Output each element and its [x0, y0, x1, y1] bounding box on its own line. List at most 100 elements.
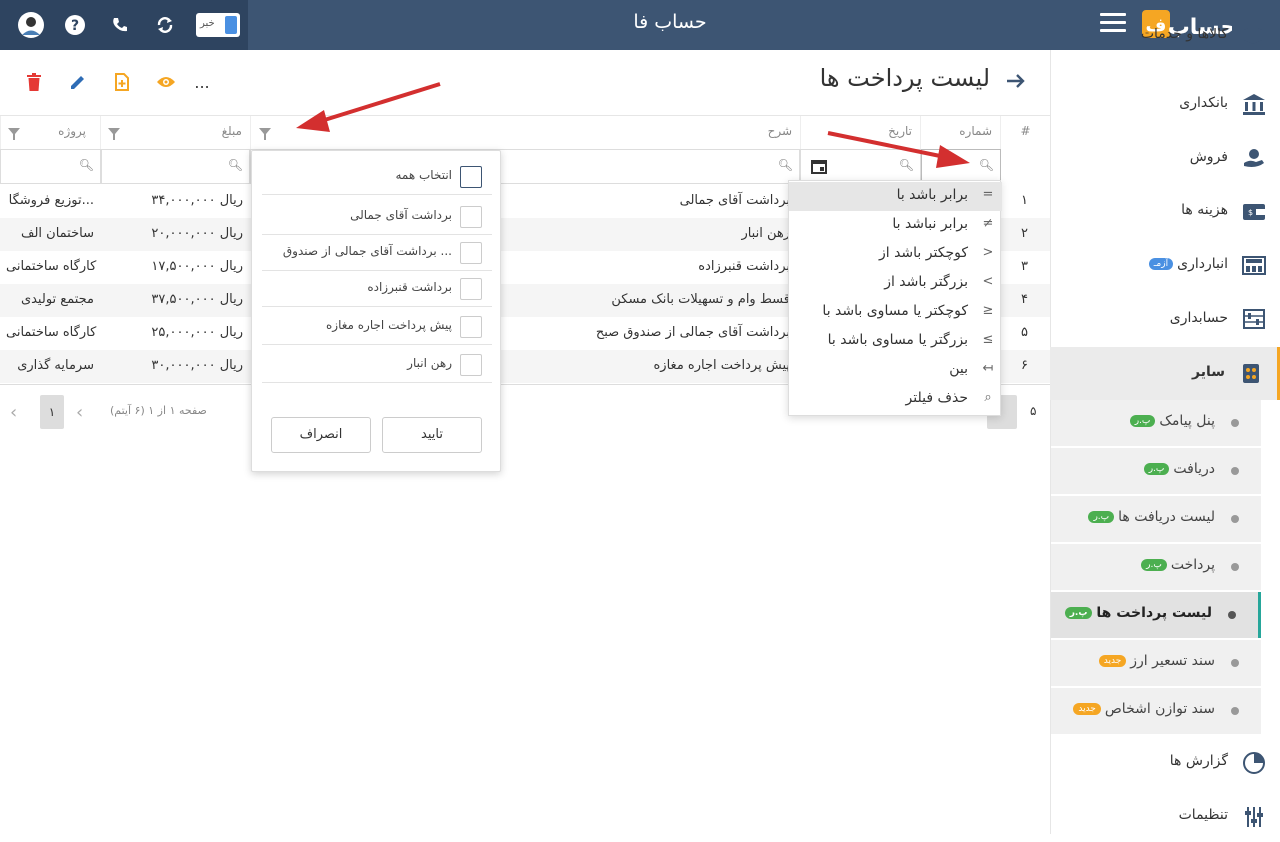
operator-equals[interactable]: برابر باشد با =	[789, 182, 1002, 211]
header-number[interactable]: شماره	[920, 116, 1000, 149]
operator-less-than[interactable]: کوچکتر باشد از >	[789, 240, 1002, 269]
header-amount[interactable]: مبلغ	[100, 116, 250, 149]
sidebar-item-label: آزمـ انبارداری	[1148, 256, 1228, 272]
edit-icon[interactable]	[66, 70, 90, 94]
sidebar-item-label: سایر	[1192, 364, 1225, 380]
header-date[interactable]: تاریخ	[800, 116, 920, 149]
page-size-value[interactable]: ۵	[1030, 404, 1036, 418]
confirm-button[interactable]: تایید	[382, 417, 482, 453]
user-avatar[interactable]	[17, 11, 45, 39]
operator-label: کوچکتر باشد از	[878, 245, 968, 261]
abacus-icon	[1242, 308, 1266, 330]
sidebar-item-label: کالاها و خدمات	[1140, 28, 1228, 42]
operator-label: بزرگتر باشد از	[884, 274, 968, 290]
number-filter-input[interactable]: 🔍︎	[921, 149, 1001, 184]
row-description: قسط وام و تسهیلات بانک مسکن	[611, 292, 790, 307]
sidebar-item-reports[interactable]: گزارش ها	[1050, 738, 1280, 788]
sidebar-item-sales[interactable]: فروش	[1050, 134, 1280, 184]
filter-option[interactable]: برداشت قنبرزاده	[262, 271, 492, 307]
bullet-icon	[1231, 659, 1239, 667]
option-checkbox[interactable]	[460, 354, 482, 376]
operator-label: حذف فیلتر	[905, 390, 968, 406]
sidebar-subitem-fx-voucher[interactable]: جدید سند تسعیر ارز	[1051, 640, 1261, 686]
delete-icon[interactable]	[22, 70, 46, 94]
filter-option[interactable]: پیش پرداخت اجاره مغازه	[262, 309, 492, 345]
phone-icon[interactable]	[106, 11, 134, 39]
sidebar-subitem-receipts-list[interactable]: پ.ر لیست دریافت ها	[1051, 496, 1261, 542]
sidebar-item-label: تنظیمات	[1178, 807, 1228, 823]
operator-label: بین	[949, 361, 968, 377]
operator-between[interactable]: بین ↤	[789, 356, 1002, 385]
option-checkbox[interactable]	[460, 278, 482, 300]
less-or-equal-icon: ≥	[982, 303, 994, 318]
option-label: پیش پرداخت اجاره مغازه	[326, 318, 452, 332]
option-checkbox[interactable]	[460, 242, 482, 264]
subitem-label: پرداخت	[1170, 557, 1215, 573]
select-all-checkbox[interactable]	[460, 166, 482, 188]
row-project: ساختمان الف	[21, 226, 94, 241]
help-icon[interactable]: ?	[61, 11, 89, 39]
operator-label: کوچکتر یا مساوی باشد با	[822, 303, 968, 319]
sidebar-subitem-payment[interactable]: پ.ر پرداخت	[1051, 544, 1261, 590]
date-filter-input[interactable]: 🔍︎	[800, 149, 921, 184]
news-button[interactable]: خبر	[196, 13, 240, 37]
sidebar-item-settings[interactable]: تنظیمات	[1050, 792, 1280, 842]
sidebar-subitem-receipt[interactable]: پ.ر دریافت	[1051, 448, 1261, 494]
sidebar-item-expenses[interactable]: هزینه ها $	[1050, 187, 1280, 237]
sidebar-subitem-payments-list[interactable]: پ.ر لیست پرداخت ها	[1051, 592, 1261, 638]
sidebar-item-accounting[interactable]: حسابداری	[1050, 295, 1280, 345]
next-page-chevron-icon[interactable]: ‹	[76, 402, 83, 423]
sidebar-item-inventory[interactable]: آزمـ انبارداری	[1050, 241, 1280, 291]
view-icon[interactable]	[154, 70, 178, 94]
column-filter-popup: انتخاب همه برداشت آقای جمالی برداشت آقای…	[251, 150, 501, 472]
first-page-chevron-icon[interactable]: ‹	[10, 402, 17, 423]
filter-option[interactable]: برداشت آقای جمالی	[262, 199, 492, 235]
filter-icon[interactable]	[108, 125, 120, 144]
operator-less-or-equal[interactable]: کوچکتر یا مساوی باشد با ≥	[789, 298, 1002, 327]
row-amount: ۲۰,۰۰۰,۰۰۰ ریال	[151, 226, 243, 241]
back-arrow-icon[interactable]	[1004, 70, 1026, 98]
row-amount: ۳۷,۵۰۰,۰۰۰ ریال	[151, 292, 243, 307]
new-document-icon[interactable]	[110, 70, 134, 94]
not-equals-icon: ≠	[982, 216, 994, 231]
cancel-button[interactable]: انصراف	[271, 417, 371, 453]
sidebar-subitem-sms-panel[interactable]: پ.ر پنل پیامک	[1051, 400, 1261, 446]
equals-icon: =	[982, 187, 994, 202]
row-amount: ۱۷,۵۰۰,۰۰۰ ریال	[151, 259, 243, 274]
sidebar-item-label: حسابداری	[1169, 310, 1228, 326]
sidebar-item-products[interactable]: کالاها و خدمات	[1050, 28, 1280, 62]
clear-filter-search-icon: ⌕	[984, 390, 992, 405]
amount-filter-input[interactable]: 🔍︎	[101, 149, 250, 184]
operator-greater-than[interactable]: بزرگتر باشد از <	[789, 269, 1002, 298]
more-button[interactable]: ...	[190, 70, 214, 94]
operator-not-equals[interactable]: برابر نباشد با ≠	[789, 211, 1002, 240]
row-index: ۱	[1021, 193, 1028, 208]
app-title: حساب فا	[633, 11, 707, 33]
calendar-icon[interactable]	[811, 158, 827, 178]
filter-option[interactable]: برداشت آقای جمالی از صندوق ...	[262, 235, 492, 271]
operator-clear-filter[interactable]: حذف فیلتر ⌕	[789, 385, 1002, 414]
bank-icon	[1242, 93, 1266, 115]
row-project: کارگاه ساختمانی	[6, 259, 97, 274]
sidebar-item-label: بانکداری	[1179, 95, 1228, 111]
subitem-badge: جدید	[1073, 703, 1101, 715]
option-label: رهن انبار	[407, 356, 452, 370]
sidebar-item-label: هزینه ها	[1181, 202, 1228, 218]
sidebar-item-banking[interactable]: بانکداری	[1050, 80, 1280, 130]
select-all-option[interactable]: انتخاب همه	[262, 159, 492, 195]
box-icon	[1242, 28, 1266, 46]
option-checkbox[interactable]	[460, 206, 482, 228]
filter-option[interactable]: رهن انبار	[262, 347, 492, 383]
operator-greater-or-equal[interactable]: بزرگتر یا مساوی باشد با ≤	[789, 327, 1002, 356]
filter-icon[interactable]	[259, 125, 271, 144]
row-description: رهن انبار	[741, 226, 790, 241]
row-project: توزیع فروشگا...	[8, 193, 94, 208]
project-filter-input[interactable]: 🔍︎	[0, 149, 101, 184]
page-number-button[interactable]: ۱	[40, 395, 64, 429]
sidebar-subitem-balance-voucher[interactable]: جدید سند توازن اشخاص	[1051, 688, 1261, 734]
header-description[interactable]: شرح	[250, 116, 800, 149]
option-checkbox[interactable]	[460, 316, 482, 338]
sidebar-item-other[interactable]: سایر	[1050, 347, 1280, 400]
refresh-icon[interactable]	[151, 11, 179, 39]
filter-icon[interactable]	[8, 125, 20, 144]
